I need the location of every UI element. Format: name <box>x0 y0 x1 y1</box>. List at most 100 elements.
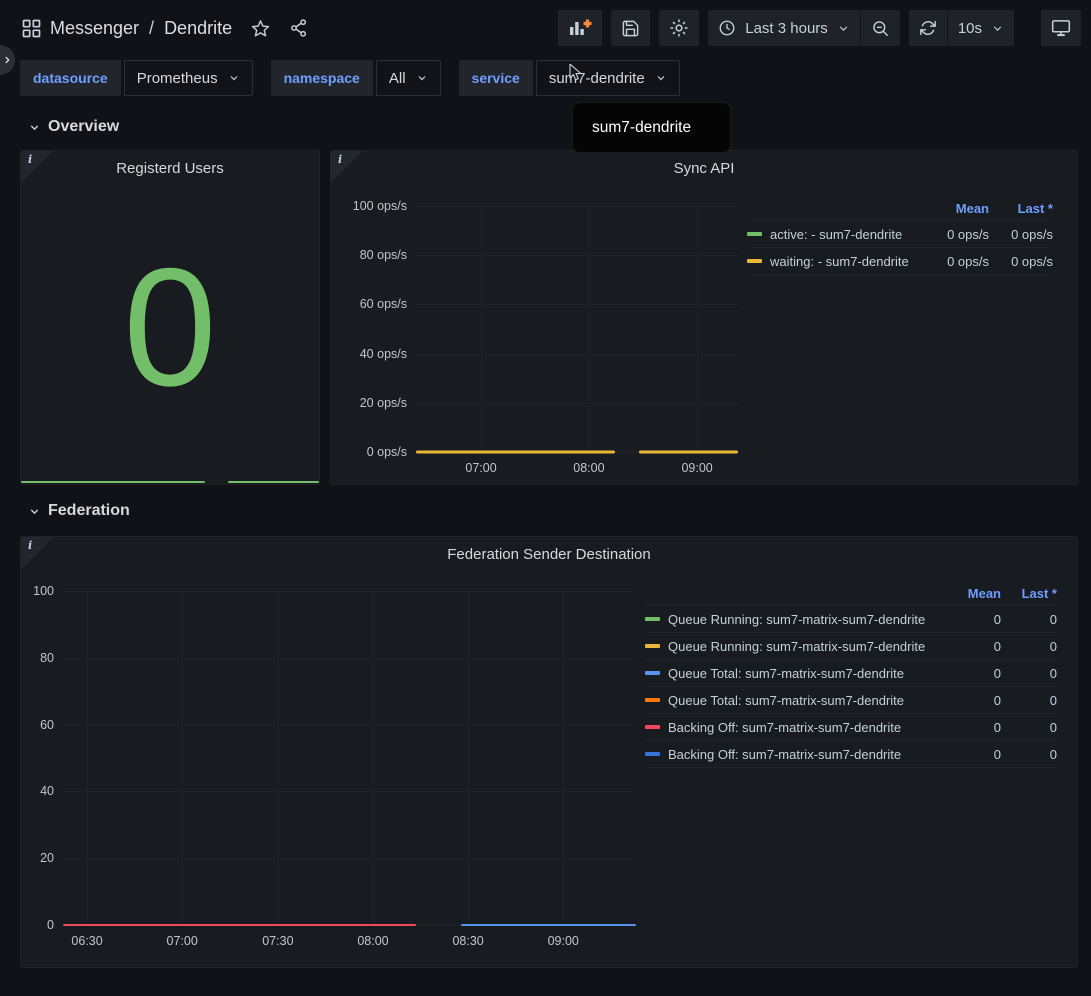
breadcrumb-separator: / <box>148 18 155 39</box>
legend-row: waiting: - sum7-dendrite0 ops/s0 ops/s <box>747 248 1053 275</box>
chevron-down-icon <box>837 22 850 35</box>
stat-value: 0 <box>21 179 319 474</box>
breadcrumb-folder[interactable]: Messenger <box>50 18 139 39</box>
legend-series-color-swatch[interactable] <box>747 232 762 236</box>
legend-row: Queue Running: sum7-matrix-sum7-dendrite… <box>645 606 1057 633</box>
time-range-picker[interactable]: Last 3 hours <box>708 10 860 46</box>
x-axis-tick-label: 08:00 <box>357 934 388 948</box>
legend-series-cell: Queue Running: sum7-matrix-sum7-dendrite <box>645 612 951 627</box>
legend-series-color-swatch[interactable] <box>645 698 660 702</box>
x-axis-tick-label: 09:00 <box>548 934 579 948</box>
refresh-button[interactable] <box>909 10 947 46</box>
grid-line-vertical <box>589 206 590 452</box>
legend-series-label[interactable]: Queue Running: sum7-matrix-sum7-dendrite <box>668 639 925 654</box>
legend-sort-header[interactable]: Last * <box>989 201 1053 216</box>
legend-row: Queue Total: sum7-matrix-sum7-dendrite00 <box>645 660 1057 687</box>
grid-line-horizontal <box>63 658 636 659</box>
chevron-down-icon <box>228 72 240 84</box>
variable-namespace-value[interactable]: All <box>376 60 441 96</box>
grid-line-horizontal <box>416 255 738 256</box>
y-axis-tick-label: 80 ops/s <box>360 248 407 262</box>
save-dashboard-button[interactable] <box>611 10 650 46</box>
variable-service: service sum7-dendrite <box>459 60 680 104</box>
y-axis-tick-label: 40 <box>40 784 54 798</box>
section-row-federation[interactable]: Federation <box>0 485 1091 533</box>
x-axis-tick-label: 07:00 <box>167 934 198 948</box>
variable-namespace-selected: All <box>389 70 406 87</box>
panel-title[interactable]: Federation Sender Destination <box>21 537 1077 563</box>
x-axis-tick-label: 06:30 <box>71 934 102 948</box>
x-axis-tick-label: 08:00 <box>573 461 604 475</box>
variable-datasource-value[interactable]: Prometheus <box>124 60 253 96</box>
legend-series-label[interactable]: Queue Total: sum7-matrix-sum7-dendrite <box>668 693 904 708</box>
grid-line-horizontal <box>63 858 636 859</box>
legend-last-value: 0 <box>1001 639 1057 654</box>
chevron-down-icon <box>655 72 667 84</box>
chevron-down-icon <box>416 72 428 84</box>
grid-line-horizontal <box>416 304 738 305</box>
legend-series-cell: waiting: - sum7-dendrite <box>747 254 923 269</box>
legend-sort-header[interactable]: Mean <box>951 586 1001 601</box>
legend-last-value: 0 <box>1001 666 1057 681</box>
refresh-interval-picker[interactable]: 10s <box>947 10 1014 46</box>
breadcrumb-dashboard[interactable]: Dendrite <box>164 18 232 39</box>
legend-last-value: 0 <box>1001 747 1057 762</box>
monitor-icon <box>1051 18 1071 38</box>
grid-line-vertical <box>182 591 183 925</box>
add-panel-button[interactable] <box>558 10 602 46</box>
y-axis-tick-label: 40 ops/s <box>360 347 407 361</box>
legend-row: active: - sum7-dendrite0 ops/s0 ops/s <box>747 221 1053 248</box>
variable-datasource-selected: Prometheus <box>137 70 218 87</box>
legend-series-color-swatch[interactable] <box>645 617 660 621</box>
variable-hover-tooltip: sum7-dendrite <box>573 103 730 152</box>
legend-series-color-swatch[interactable] <box>645 725 660 729</box>
plot-area: 02040608010006:3007:0007:3008:0008:3009:… <box>63 591 636 925</box>
grid-line-horizontal <box>63 791 636 792</box>
legend-header-row: MeanLast * <box>747 197 1053 221</box>
legend-series-label[interactable]: waiting: - sum7-dendrite <box>770 254 909 269</box>
legend-series-color-swatch[interactable] <box>645 644 660 648</box>
star-icon[interactable] <box>251 19 270 38</box>
legend-series-label[interactable]: active: - sum7-dendrite <box>770 227 902 242</box>
legend-row: Queue Running: sum7-matrix-sum7-dendrite… <box>645 633 1057 660</box>
legend-header-row: MeanLast * <box>645 582 1057 606</box>
legend-last-value: 0 ops/s <box>989 254 1053 269</box>
share-icon[interactable] <box>289 18 309 38</box>
panel-title[interactable]: Sync API <box>331 151 1077 177</box>
sparkline-segment <box>228 481 319 483</box>
legend-last-value: 0 <box>1001 720 1057 735</box>
legend-series-color-swatch[interactable] <box>747 259 762 263</box>
refresh-group: 10s <box>909 10 1014 46</box>
y-axis-tick-label: 20 ops/s <box>360 396 407 410</box>
grid-line-vertical <box>278 591 279 925</box>
panel-registered-users: i Registerd Users 0 <box>20 150 320 485</box>
dashboard-toolbar: Last 3 hours <box>558 10 1081 46</box>
legend-sort-header[interactable]: Mean <box>923 201 989 216</box>
section-row-overview[interactable]: Overview <box>0 104 1091 148</box>
y-axis-tick-label: 60 ops/s <box>360 297 407 311</box>
y-axis-tick-label: 60 <box>40 718 54 732</box>
legend-series-label[interactable]: Backing Off: sum7-matrix-sum7-dendrite <box>668 720 901 735</box>
dashboard-settings-button[interactable] <box>659 10 699 46</box>
legend-series-label[interactable]: Backing Off: sum7-matrix-sum7-dendrite <box>668 747 901 762</box>
kiosk-mode-button[interactable] <box>1041 10 1081 46</box>
grid-line-vertical <box>697 206 698 452</box>
grid-line-horizontal <box>416 403 738 404</box>
zoom-out-time-button[interactable] <box>860 10 900 46</box>
legend-series-color-swatch[interactable] <box>645 752 660 756</box>
dashboards-grid-icon[interactable] <box>22 19 41 38</box>
legend-series-cell: Queue Running: sum7-matrix-sum7-dendrite <box>645 639 951 654</box>
legend-series-color-swatch[interactable] <box>645 671 660 675</box>
panel-title[interactable]: Registerd Users <box>21 151 319 177</box>
legend-sort-header[interactable]: Last * <box>1001 586 1057 601</box>
legend-series-label[interactable]: Queue Running: sum7-matrix-sum7-dendrite <box>668 612 925 627</box>
grafana-dashboard: Messenger / Dendrite <box>0 0 1091 996</box>
legend-series-label[interactable]: Queue Total: sum7-matrix-sum7-dendrite <box>668 666 904 681</box>
legend-mean-value: 0 <box>951 612 1001 627</box>
legend-series-cell: Queue Total: sum7-matrix-sum7-dendrite <box>645 693 951 708</box>
variable-service-value[interactable]: sum7-dendrite <box>536 60 680 96</box>
x-axis-tick-label: 08:30 <box>452 934 483 948</box>
info-icon: i <box>338 153 342 166</box>
y-axis-tick-label: 0 <box>47 918 54 932</box>
legend-row: Queue Total: sum7-matrix-sum7-dendrite00 <box>645 687 1057 714</box>
